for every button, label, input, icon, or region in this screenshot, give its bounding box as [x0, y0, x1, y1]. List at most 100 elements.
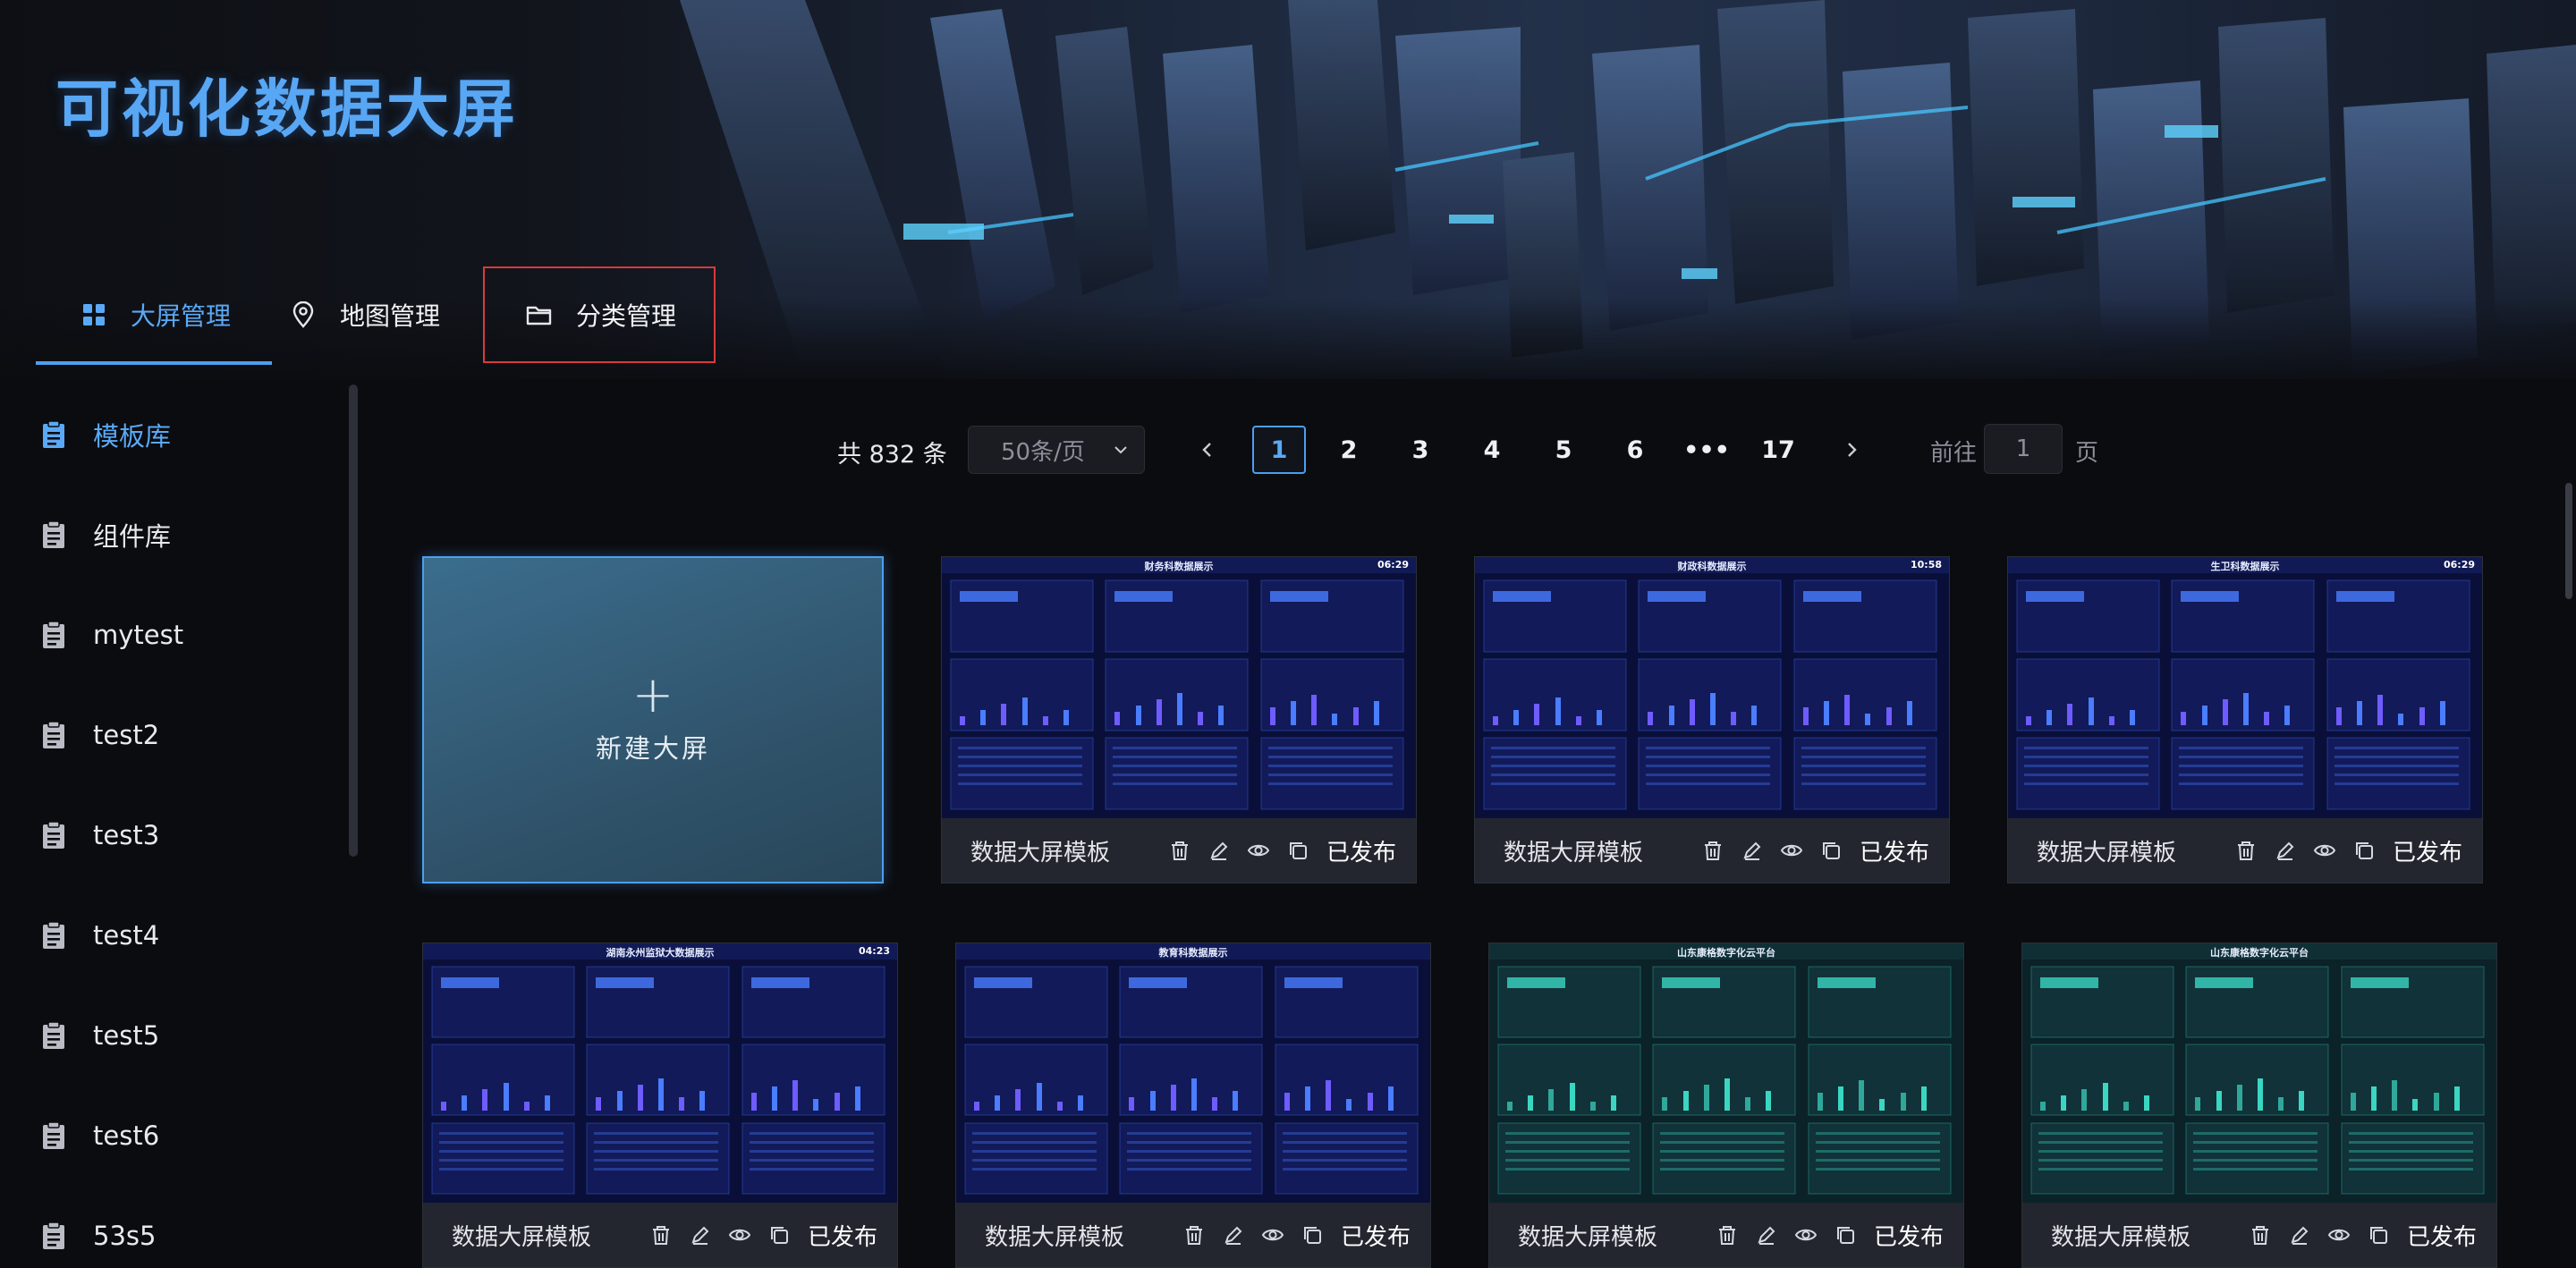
thumbnail-title: 湖南永州监狱大数据展示: [606, 947, 715, 959]
publish-status: 已发布: [2406, 1223, 2477, 1251]
template-thumbnail: [1475, 557, 1949, 818]
copy-icon[interactable]: [1833, 1222, 1858, 1247]
clipboard-icon: [43, 1021, 64, 1049]
edit-icon[interactable]: [2287, 1222, 2312, 1247]
page-number[interactable]: 6: [1610, 426, 1660, 474]
page-title: 可视化数据大屏: [55, 72, 519, 146]
copy-icon[interactable]: [1285, 838, 1310, 863]
edit-icon[interactable]: [2273, 838, 2298, 863]
sidebar-item[interactable]: test3: [41, 808, 159, 862]
copy-icon[interactable]: [767, 1222, 792, 1247]
eye-icon[interactable]: [727, 1222, 752, 1247]
trash-icon[interactable]: [648, 1222, 674, 1247]
template-thumbnail: [1489, 943, 1963, 1203]
publish-status: 已发布: [1340, 1223, 1411, 1251]
template-card[interactable]: 湖南永州监狱大数据展示 04:23 数据大屏模板 已发布: [422, 943, 898, 1268]
thumbnail-frame[interactable]: 山东康格数字化云平台: [2022, 943, 2496, 1203]
map-pin-icon: [290, 301, 317, 328]
page-size-select[interactable]: 50条/页: [968, 426, 1145, 474]
sidebar-item[interactable]: test4: [41, 909, 159, 962]
page-number[interactable]: 2: [1324, 426, 1374, 474]
sidebar-item[interactable]: 组件库: [41, 508, 171, 562]
trash-icon[interactable]: [1167, 838, 1192, 863]
chevron-down-icon: [1114, 446, 1127, 454]
sidebar-item[interactable]: 53s5: [41, 1209, 156, 1263]
page-number[interactable]: 4: [1467, 426, 1517, 474]
copy-icon[interactable]: [2366, 1222, 2391, 1247]
sidebar-item[interactable]: mytest: [41, 608, 183, 662]
page-number[interactable]: 3: [1395, 426, 1445, 474]
eye-icon[interactable]: [2312, 838, 2337, 863]
sidebar-item-label: 组件库: [93, 521, 172, 552]
template-card[interactable]: 生卫科数据展示 06:29 数据大屏模板 已发布: [2007, 556, 2483, 883]
thumbnail-frame[interactable]: 湖南永州监狱大数据展示 04:23: [423, 943, 897, 1203]
sidebar-item[interactable]: test5: [41, 1009, 159, 1062]
card-actions: [2248, 1222, 2391, 1247]
template-card[interactable]: 财务科数据展示 06:29 数据大屏模板 已发布: [941, 556, 1417, 883]
sidebar-item-label: test2: [93, 720, 160, 750]
page-number[interactable]: 5: [1538, 426, 1589, 474]
card-actions: [648, 1222, 792, 1247]
card-name: 数据大屏模板: [452, 1223, 592, 1251]
sidebar-item[interactable]: 模板库: [41, 408, 171, 461]
card-footer: 数据大屏模板 已发布: [2022, 1203, 2496, 1267]
card-footer: 数据大屏模板 已发布: [1489, 1203, 1963, 1267]
eye-icon[interactable]: [1779, 838, 1804, 863]
trash-icon[interactable]: [1715, 1222, 1740, 1247]
copy-icon[interactable]: [2351, 838, 2377, 863]
next-page-button[interactable]: [1826, 426, 1877, 474]
goto-page-input[interactable]: 1: [1984, 424, 2063, 474]
eye-icon[interactable]: [1793, 1222, 1818, 1247]
thumbnail-frame[interactable]: 财政科数据展示 10:58: [1475, 557, 1949, 818]
edit-icon[interactable]: [1740, 838, 1765, 863]
thumbnail-frame[interactable]: 生卫科数据展示 06:29: [2008, 557, 2482, 818]
page-ellipsis[interactable]: •••: [1682, 426, 1732, 474]
chevron-left-icon: [1202, 443, 1211, 457]
copy-icon[interactable]: [1818, 838, 1843, 863]
sidebar-scrollbar[interactable]: [349, 385, 358, 857]
card-footer: 数据大屏模板 已发布: [942, 818, 1416, 883]
template-card[interactable]: 教育科数据展示数据大屏模板 已发布: [955, 943, 1431, 1268]
edit-icon[interactable]: [1221, 1222, 1246, 1247]
edit-icon[interactable]: [1754, 1222, 1779, 1247]
copy-icon[interactable]: [1300, 1222, 1325, 1247]
eye-icon[interactable]: [1260, 1222, 1285, 1247]
card-name: 数据大屏模板: [2037, 839, 2177, 866]
tab-map-management[interactable]: 地图管理: [272, 265, 481, 365]
edit-icon[interactable]: [688, 1222, 713, 1247]
publish-status: 已发布: [2392, 839, 2462, 866]
sidebar-item-label: 模板库: [93, 421, 172, 452]
clipboard-icon: [43, 420, 64, 448]
trash-icon[interactable]: [2248, 1222, 2273, 1247]
goto-label: 前往: [1930, 440, 1978, 467]
sidebar-item[interactable]: test2: [41, 708, 159, 762]
trash-icon[interactable]: [2233, 838, 2258, 863]
sidebar-item-label: test5: [93, 1020, 160, 1051]
trash-icon[interactable]: [1700, 838, 1725, 863]
page-number[interactable]: 17: [1753, 426, 1803, 474]
tab-category-management[interactable]: 分类管理: [481, 265, 717, 365]
card-name: 数据大屏模板: [970, 839, 1111, 866]
page-scrollbar[interactable]: [2565, 483, 2572, 599]
thumbnail-title: 财务科数据展示: [1144, 561, 1214, 572]
new-screen-card[interactable]: + 新建大屏: [422, 556, 884, 883]
template-card[interactable]: 山东康格数字化云平台 数据大屏模板 已发布: [1488, 943, 1964, 1268]
page-number[interactable]: 1: [1252, 426, 1306, 474]
tab-screen-management[interactable]: 大屏管理: [36, 265, 273, 365]
sidebar-item-label: test4: [93, 920, 160, 951]
eye-icon[interactable]: [2326, 1222, 2351, 1247]
thumbnail-frame[interactable]: 教育科数据展示: [956, 943, 1430, 1203]
template-card[interactable]: 财政科数据展示 10:58 数据大屏模板 已发布: [1474, 556, 1950, 883]
template-card[interactable]: 山东康格数字化云平台 数据大屏模板 已发布: [2021, 943, 2497, 1268]
thumbnail-frame[interactable]: 财务科数据展示 06:29: [942, 557, 1416, 818]
card-name: 数据大屏模板: [985, 1223, 1125, 1251]
edit-icon[interactable]: [1207, 838, 1232, 863]
tab-label: 地图管理: [340, 301, 441, 331]
trash-icon[interactable]: [1182, 1222, 1207, 1247]
clipboard-icon: [43, 721, 64, 748]
prev-page-button[interactable]: [1182, 426, 1233, 474]
thumbnail-frame[interactable]: 山东康格数字化云平台: [1489, 943, 1963, 1203]
eye-icon[interactable]: [1246, 838, 1271, 863]
sidebar-item[interactable]: test6: [41, 1109, 159, 1162]
chevron-right-icon: [1848, 443, 1857, 457]
